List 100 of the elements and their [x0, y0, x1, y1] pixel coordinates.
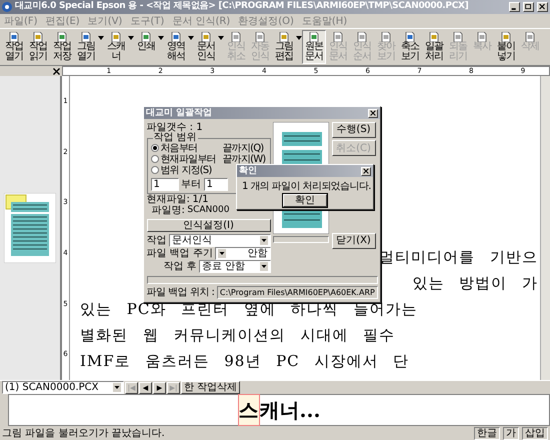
document-icon [357, 32, 367, 42]
document-icon [309, 32, 319, 42]
document-text: 멀티미디어를 기반으 [379, 248, 538, 266]
field-label: 작업 [146, 235, 166, 246]
status-indicator: 삽입 [522, 426, 548, 440]
range-to-field[interactable]: 1 [204, 178, 228, 191]
close-button[interactable] [537, 2, 548, 12]
document-icon [405, 32, 415, 42]
document-icon [81, 32, 91, 42]
file-name-value: SCAN000 [187, 205, 230, 216]
caret-icon [296, 36, 302, 40]
location-field[interactable]: C:\Program Files\ARMI60EP\A60EK.ARP [216, 286, 378, 299]
maximize-button[interactable] [523, 2, 534, 12]
document-icon [453, 32, 463, 42]
document-icon [111, 32, 121, 42]
dropdown-field[interactable]: 종료 안함 [199, 260, 270, 273]
document-icon [9, 32, 19, 42]
document-text: 별화된 웹 커뮤니케이션의 시대에 필수 [80, 326, 396, 344]
dropdown-field[interactable]: 안함 [215, 247, 270, 260]
dialog-title: 대교미 일괄작업 [146, 108, 212, 118]
document-icon [33, 32, 43, 42]
document-icon [333, 32, 343, 42]
radio-label[interactable]: 처음부터 [160, 142, 220, 154]
toolbar-button[interactable]: 일괄처리 [422, 30, 446, 64]
status-indicator: 가 [503, 426, 519, 440]
dropdown-arrow[interactable] [158, 36, 164, 40]
app-icon [2, 2, 12, 12]
toolbar-button[interactable]: 문서인식 [194, 30, 218, 64]
dropdown-field[interactable]: 문서인식 [169, 234, 270, 247]
highlighted-character: 스 [238, 394, 260, 426]
radio-label[interactable]: 범위 지정(S) [160, 164, 220, 176]
document-icon [201, 32, 211, 42]
message-text: 1 개의 파일이 처리되었습니다. [242, 181, 371, 192]
current-file-label: 현재파일: [146, 194, 190, 205]
current-file-value: 1/1 [192, 194, 208, 205]
dropdown-value: 종료 안함 [202, 261, 246, 272]
radio-button[interactable] [150, 166, 158, 174]
radio-button[interactable] [150, 155, 158, 163]
document-icon [279, 32, 289, 42]
dropdown-arrow[interactable] [296, 36, 302, 40]
document-icon [141, 32, 151, 42]
toolbar-button[interactable]: 작업저장 [50, 30, 74, 64]
file-dropdown[interactable]: (1) SCAN0000.PCX [2, 381, 124, 394]
toolbar-button[interactable]: 축소보기 [398, 30, 422, 64]
dropdown-arrow[interactable] [98, 36, 104, 40]
document-icon [381, 32, 391, 42]
field-label: 작업 후 [162, 261, 196, 272]
document-icon [255, 32, 265, 42]
toolbar-button[interactable]: 스캐너 [104, 30, 128, 64]
range-end-label: 끝까지(W) [222, 154, 266, 164]
document-icon [231, 32, 241, 42]
toolbar-button[interactable]: 인쇄 [134, 30, 158, 54]
document-icon [171, 32, 181, 42]
caret-icon [218, 249, 226, 258]
minimize-button[interactable] [509, 2, 520, 12]
location-label: 파일 백업 위치 : [146, 287, 214, 298]
range-label: 부터 [181, 179, 201, 190]
dropdown-arrow[interactable] [128, 36, 134, 40]
toolbar-button[interactable]: 작업읽기 [26, 30, 50, 64]
toolbar-button[interactable]: 붙이넣기 [494, 30, 518, 64]
caret-icon [128, 36, 134, 40]
caret-icon [260, 262, 268, 271]
caret-icon [188, 36, 194, 40]
dialog-button[interactable]: 닫기(X) [332, 232, 376, 248]
caret-icon [98, 36, 104, 40]
document-icon [429, 32, 439, 42]
dropdown-value: 문서인식 [172, 235, 212, 246]
toolbar-button[interactable]: 원본문서 [302, 30, 326, 64]
range-end-label: 끝까지(Q) [222, 142, 264, 154]
dropdown-value: (1) SCAN0000.PCX [5, 382, 98, 393]
toolbar-button[interactable]: 그림편집 [272, 30, 296, 64]
caret-icon [158, 36, 164, 40]
dropdown-arrow[interactable] [188, 36, 194, 40]
document-text: 있는 방법이 가 [412, 274, 538, 292]
settings-button[interactable]: 인식설정(I) [146, 218, 270, 232]
close-button[interactable] [368, 108, 378, 118]
toolbar-button[interactable]: 작업열기 [2, 30, 26, 64]
radio-label[interactable]: 현재파일부터 [160, 154, 220, 164]
caret-icon [260, 236, 268, 245]
status-message: 그림 파일을 불러오기가 끝났습니다. [2, 426, 166, 440]
document-icon [477, 32, 487, 42]
window-title: 대교미6.0 Special Epson 용 - <작업 제목없음> [C:\PROGRAM FILES\ARMI60EP\TMP\SCAN0000.PCX] [15, 0, 470, 14]
file-count-label: 파일갯수 : 1 [146, 122, 204, 132]
toolbar-button[interactable]: 그림열기 [74, 30, 98, 64]
close-button[interactable] [361, 166, 371, 176]
toolbar-button[interactable]: 영역해석 [164, 30, 188, 64]
caret-icon [218, 36, 224, 40]
close-icon[interactable] [52, 68, 60, 74]
ok-button[interactable]: 확인 [283, 194, 327, 206]
document-icon [501, 32, 511, 42]
dropdown-arrow[interactable] [218, 36, 224, 40]
file-name-label: 파일명: [152, 205, 185, 216]
field-label: 파일 백업 주기 [146, 248, 213, 259]
recognized-text: 캐너... [260, 397, 320, 424]
dialog-button[interactable]: 수행(S) [332, 122, 376, 138]
range-from-field[interactable]: 1 [150, 178, 178, 191]
status-indicator: 한글 [474, 426, 500, 440]
radio-button[interactable] [150, 144, 158, 152]
delete-job-button[interactable]: 한 작업삭제 [181, 381, 240, 394]
caret-icon [113, 383, 121, 392]
